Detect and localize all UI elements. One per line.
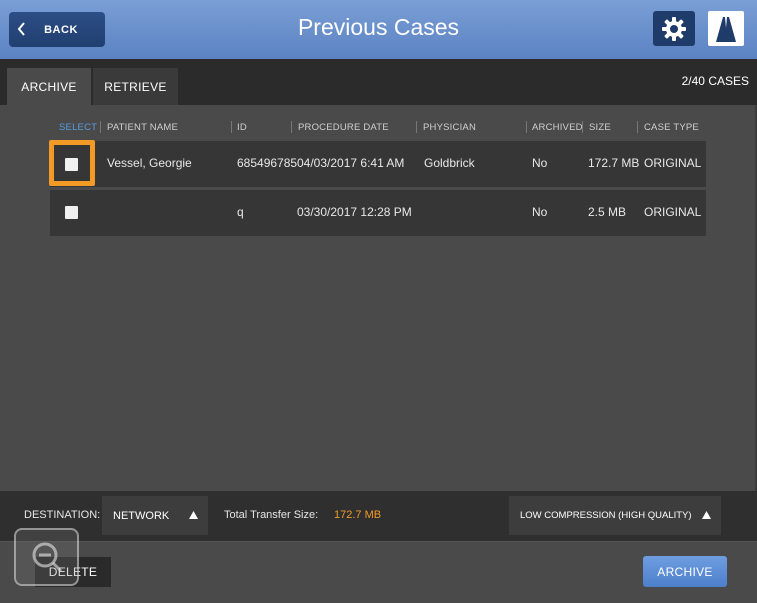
archive-button[interactable]: ARCHIVE [643,556,727,587]
transfer-options-bar: DESTINATION: NETWORK Total Transfer Size… [0,491,757,541]
table-row[interactable]: q 03/30/2017 12:28 PM No 2.5 MB ORIGINAL [50,190,706,236]
brand-logo-icon [716,16,736,42]
header-bar: BACK Previous Cases [0,0,757,59]
row-select-checkbox[interactable] [65,206,78,219]
tab-retrieve[interactable]: RETRIEVE [93,68,178,105]
destination-label: DESTINATION: [24,509,101,521]
cell-case-type: ORIGINAL [644,156,702,170]
column-header-procedure-date[interactable]: PROCEDURE DATE [298,122,389,133]
cell-procedure-date: 03/30/2017 12:28 PM [297,205,412,219]
cell-id: q [237,205,244,219]
cell-patient-name: Vessel, Georgie [107,156,192,170]
compression-dropdown[interactable]: LOW COMPRESSION (HIGH QUALITY) [509,496,721,535]
gear-icon [662,16,686,41]
transfer-size-label: Total Transfer Size: [224,509,319,521]
column-header-select: SELECT [59,122,98,133]
cell-procedure-date: 04/03/2017 6:41 AM [297,156,405,170]
column-header-id[interactable]: ID [237,122,247,133]
transfer-size-value: 172.7 MB [334,509,382,521]
column-header-archived[interactable]: ARCHIVED [532,122,583,133]
column-header-physician[interactable]: PHYSICIAN [423,122,476,133]
destination-value: NETWORK [113,509,170,522]
column-separator [416,121,417,133]
triangle-up-icon [702,511,711,519]
zoom-out-icon [32,542,62,573]
column-header-case-type[interactable]: CASE TYPE [644,122,699,133]
column-separator [231,121,232,133]
compression-value: LOW COMPRESSION (HIGH QUALITY) [520,510,692,521]
column-separator [291,121,292,133]
triangle-up-icon [189,511,198,519]
tab-bar: ARCHIVE RETRIEVE 2/40 CASES [0,59,757,105]
cell-archived: No [532,156,548,170]
cell-case-type: ORIGINAL [644,205,702,219]
column-separator [637,121,638,133]
cell-size: 2.5 MB [588,205,627,219]
cell-archived: No [532,205,548,219]
cell-size: 172.7 MB [588,156,640,170]
column-separator [100,121,101,133]
destination-dropdown[interactable]: NETWORK [102,496,208,535]
page-title: Previous Cases [297,14,460,40]
case-count: 2/40 CASES [681,74,749,88]
cell-id: 685496785 [237,156,298,170]
brand-logo-button[interactable] [708,11,744,46]
zoom-out-overlay-button[interactable] [14,528,79,586]
row-select-checkbox[interactable] [65,158,78,171]
settings-button[interactable] [653,11,695,46]
cell-physician: Goldbrick [424,156,475,170]
column-separator [526,121,527,133]
column-separator [582,121,583,133]
column-header-size[interactable]: SIZE [589,122,611,133]
column-header-patient-name[interactable]: PATIENT NAME [107,122,178,133]
tab-archive[interactable]: ARCHIVE [7,68,91,105]
table-row[interactable]: Vessel, Georgie 685496785 04/03/2017 6:4… [50,141,706,187]
